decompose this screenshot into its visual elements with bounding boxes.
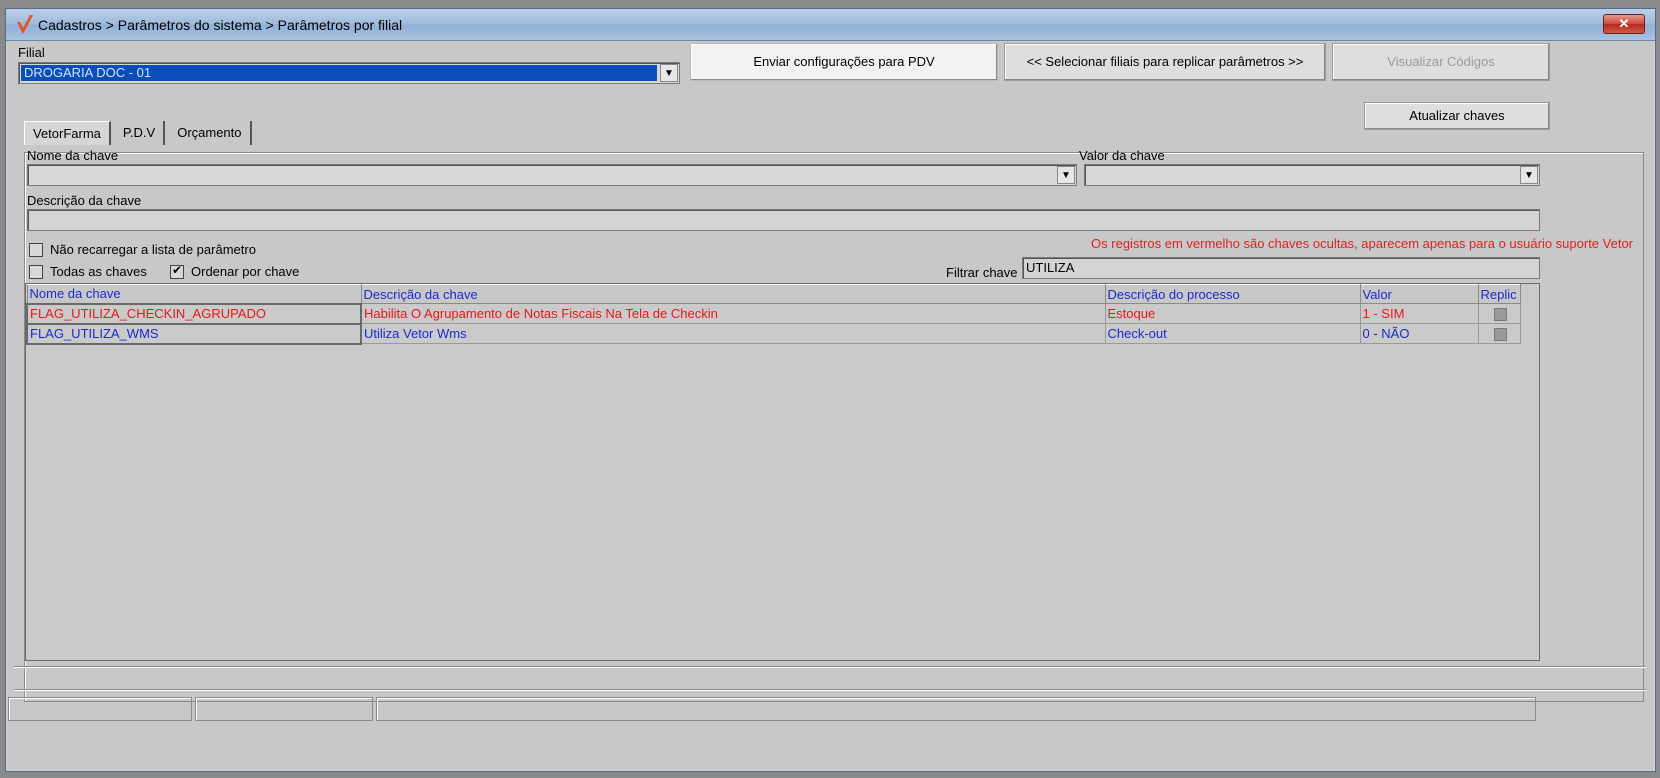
column-header-key-name[interactable]: Nome da chave <box>26 284 362 304</box>
divider <box>14 689 1646 691</box>
no-reload-label: Não recarregar a lista de parâmetro <box>50 242 256 257</box>
view-codes-button[interactable]: Visualizar Códigos <box>1332 43 1550 81</box>
filter-key-label: Filtrar chave <box>946 265 1018 280</box>
column-header-process-description[interactable]: Descrição do processo <box>1104 284 1361 304</box>
cell-key-name[interactable]: FLAG_UTILIZA_WMS <box>26 322 362 345</box>
key-name-label: Nome da chave <box>27 148 119 163</box>
divider <box>14 666 1646 668</box>
filial-select[interactable]: DROGARIA DOC - 01 ▼ <box>18 62 680 84</box>
title-bar[interactable]: Cadastros > Parâmetros do sistema > Parâ… <box>6 9 1655 41</box>
close-button[interactable]: ✕ <box>1603 14 1645 34</box>
app-logo-icon <box>17 15 33 34</box>
order-by-key-checkbox[interactable]: Ordenar por chave <box>170 263 300 279</box>
cell-process[interactable]: Estoque <box>1104 303 1361 324</box>
filter-key-value: UTILIZA <box>1026 260 1075 275</box>
status-cell <box>195 697 373 721</box>
tab-bar: VetorFarma P.D.V Orçamento <box>24 121 256 145</box>
key-value-select[interactable]: ▼ <box>1084 164 1540 186</box>
cell-process[interactable]: Check-out <box>1104 323 1361 344</box>
cell-key-description[interactable]: Habilita O Agrupamento de Notas Fiscais … <box>360 303 1106 324</box>
key-name-select[interactable]: ▼ <box>27 164 1077 186</box>
status-cell <box>8 697 192 721</box>
chevron-down-icon[interactable]: ▼ <box>1057 166 1075 184</box>
main-window: Cadastros > Parâmetros do sistema > Parâ… <box>5 8 1656 772</box>
chevron-down-icon[interactable]: ▼ <box>660 64 678 82</box>
filial-label: Filial <box>18 45 45 60</box>
table-row[interactable]: FLAG_UTILIZA_CHECKIN_AGRUPADO Habilita O… <box>26 302 1521 325</box>
window-title: Cadastros > Parâmetros do sistema > Parâ… <box>38 17 403 33</box>
select-branches-button[interactable]: << Selecionar filiais para replicar parâ… <box>1004 43 1326 81</box>
column-header-replic[interactable]: Replic <box>1477 284 1521 304</box>
tab-pdv[interactable]: P.D.V <box>115 121 166 145</box>
tab-orcamento[interactable]: Orçamento <box>169 121 252 145</box>
cell-value[interactable]: 1 - SIM <box>1359 303 1479 324</box>
key-description-field[interactable] <box>27 209 1540 231</box>
chevron-down-icon[interactable]: ▼ <box>1520 166 1538 184</box>
cell-key-description[interactable]: Utiliza Vetor Wms <box>360 323 1106 344</box>
tab-vetorfarma[interactable]: VetorFarma <box>24 121 111 145</box>
column-header-value[interactable]: Valor <box>1359 284 1479 304</box>
no-reload-checkbox[interactable]: Não recarregar a lista de parâmetro <box>29 242 256 257</box>
send-pdv-button[interactable]: Enviar configurações para PDV <box>690 43 998 81</box>
status-bar <box>8 697 1646 721</box>
hidden-keys-notice: Os registros em vermelho são chaves ocul… <box>1091 236 1633 251</box>
replic-checkbox[interactable] <box>1493 328 1507 342</box>
parameters-grid: Nome da chave Descrição da chave Descriç… <box>25 283 1540 661</box>
update-keys-button[interactable]: Atualizar chaves <box>1364 102 1550 130</box>
filter-key-input[interactable]: UTILIZA <box>1022 257 1540 279</box>
column-header-key-description[interactable]: Descrição da chave <box>360 284 1106 304</box>
cell-value[interactable]: 0 - NÃO <box>1359 323 1479 344</box>
checkbox-icon[interactable] <box>29 242 43 257</box>
status-cell <box>376 697 1536 721</box>
replic-checkbox[interactable] <box>1493 308 1507 322</box>
filial-selected-value: DROGARIA DOC - 01 <box>21 65 657 81</box>
key-description-label: Descrição da chave <box>27 193 142 208</box>
order-by-key-label: Ordenar por chave <box>191 264 300 279</box>
all-keys-label: Todas as chaves <box>50 264 147 279</box>
key-value-label: Valor da chave <box>1079 148 1165 163</box>
table-row[interactable]: FLAG_UTILIZA_WMS Utiliza Vetor Wms Check… <box>26 322 1521 345</box>
cell-key-name[interactable]: FLAG_UTILIZA_CHECKIN_AGRUPADO <box>26 302 362 325</box>
cell-replic[interactable] <box>1477 323 1521 344</box>
checkmark-icon[interactable] <box>170 263 184 279</box>
checkbox-icon[interactable] <box>29 264 43 279</box>
cell-replic[interactable] <box>1477 303 1521 324</box>
all-keys-checkbox[interactable]: Todas as chaves <box>29 264 147 279</box>
